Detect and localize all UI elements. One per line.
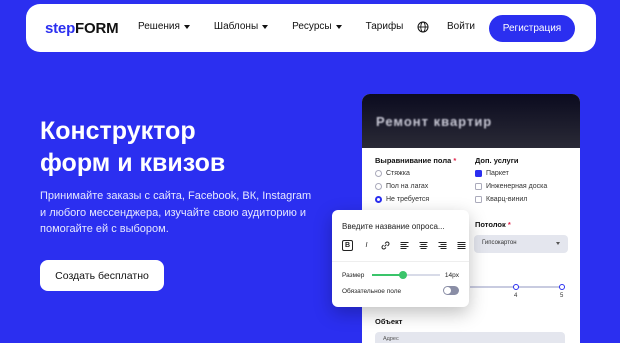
alignment-field-label: Выравнивание пола * xyxy=(375,156,456,165)
required-mark: * xyxy=(507,220,511,229)
editor-divider xyxy=(332,261,469,262)
globe-icon[interactable] xyxy=(417,21,429,33)
form-card-title: Ремонт квартир xyxy=(376,113,493,129)
chevron-down-icon xyxy=(556,242,560,245)
menu-label: Тарифы xyxy=(365,21,404,32)
ceiling-select-value: Гипсокартон xyxy=(482,240,517,246)
checkbox-label: Паркет xyxy=(486,170,509,177)
create-free-button[interactable]: Создать бесплатно xyxy=(40,260,164,291)
required-mark: * xyxy=(453,156,457,165)
toggle-knob xyxy=(444,287,451,294)
required-field-label: Обязательное поле xyxy=(342,288,402,295)
align-justify-icon[interactable] xyxy=(456,240,467,251)
ceiling-label-text: Потолок xyxy=(475,220,506,229)
field-editor-panel: Введите название опроса... B I Размер 14… xyxy=(332,210,469,307)
align-left-icon[interactable] xyxy=(399,240,410,251)
link-icon[interactable] xyxy=(380,240,391,251)
login-link[interactable]: Войти xyxy=(447,21,475,32)
menu-item-resources[interactable]: Ресурсы xyxy=(292,21,342,32)
logo-form: FORM xyxy=(75,20,119,37)
menu-label: Решения xyxy=(138,21,180,32)
form-card-header: Ремонт квартир xyxy=(362,94,580,148)
checkbox-option[interactable]: Паркет xyxy=(475,170,509,177)
scale-point[interactable] xyxy=(513,283,519,290)
top-navbar: step FORM Решения Шаблоны Ресурсы Тарифы … xyxy=(26,4,596,52)
ceiling-field-label: Потолок * xyxy=(475,220,511,229)
bold-button[interactable]: B xyxy=(342,240,353,251)
checkbox-label: Инженерная доска xyxy=(486,183,548,190)
radio-selected-icon xyxy=(375,196,382,203)
menu-label: Ресурсы xyxy=(292,21,332,32)
chevron-down-icon xyxy=(335,24,342,29)
extras-field-label: Доп. услуги xyxy=(475,156,519,165)
menu-item-solutions[interactable]: Решения xyxy=(138,21,190,32)
menu-label: Шаблоны xyxy=(213,21,259,32)
required-toggle[interactable] xyxy=(443,286,459,295)
survey-title-input[interactable]: Введите название опроса... xyxy=(342,222,445,231)
radio-label: Пол на лагах xyxy=(386,183,429,190)
radio-label: Стяжка xyxy=(386,170,410,177)
stepform-logo[interactable]: step FORM xyxy=(45,20,119,37)
chevron-down-icon xyxy=(262,24,269,29)
radio-icon xyxy=(375,170,382,177)
italic-button[interactable]: I xyxy=(361,240,372,251)
radio-option[interactable]: Пол на лагах xyxy=(375,183,428,190)
checkbox-checked-icon xyxy=(475,170,482,177)
align-right-icon[interactable] xyxy=(437,240,448,251)
menu-item-templates[interactable]: Шаблоны xyxy=(213,21,269,32)
size-value: 14px xyxy=(444,272,459,279)
main-menu: Решения Шаблоны Ресурсы Тарифы xyxy=(138,21,427,32)
hero-title: Конструктор форм и квизов xyxy=(40,115,340,179)
checkbox-icon xyxy=(475,196,482,203)
logo-step: step xyxy=(45,20,76,37)
ceiling-select[interactable]: Гипсокартон xyxy=(474,235,568,253)
radio-option[interactable]: Не требуется xyxy=(375,196,429,203)
hero-title-line1: Конструктор xyxy=(40,117,196,145)
formatting-toolbar: B I xyxy=(342,240,467,251)
size-label: Размер xyxy=(342,272,365,279)
radio-option[interactable]: Стяжка xyxy=(375,170,410,177)
checkbox-option[interactable]: Кварц-винил xyxy=(475,196,527,203)
radio-label: Не требуется xyxy=(386,196,430,203)
scale-tick-label: 5 xyxy=(560,293,564,299)
alignment-label-text: Выравнивание пола xyxy=(375,156,452,165)
address-input[interactable]: Адрес xyxy=(375,332,565,343)
size-slider-handle[interactable] xyxy=(398,271,407,279)
checkbox-label: Кварц-винил xyxy=(486,196,528,203)
hero-description: Принимайте заказы с сайта, Facebook, ВК,… xyxy=(40,190,312,235)
checkbox-option[interactable]: Инженерная доска xyxy=(475,183,547,190)
checkbox-icon xyxy=(475,183,482,190)
scale-point[interactable] xyxy=(559,283,565,290)
size-slider[interactable] xyxy=(372,271,440,279)
align-center-icon[interactable] xyxy=(418,240,429,251)
hero-title-line2: форм и квизов xyxy=(40,149,226,177)
chevron-down-icon xyxy=(183,24,190,29)
radio-icon xyxy=(375,183,382,190)
scale-tick-label: 4 xyxy=(514,293,518,299)
signup-button[interactable]: Регистрация xyxy=(489,15,575,42)
object-field-label: Объект xyxy=(375,317,403,326)
menu-item-pricing[interactable]: Тарифы xyxy=(366,21,404,32)
